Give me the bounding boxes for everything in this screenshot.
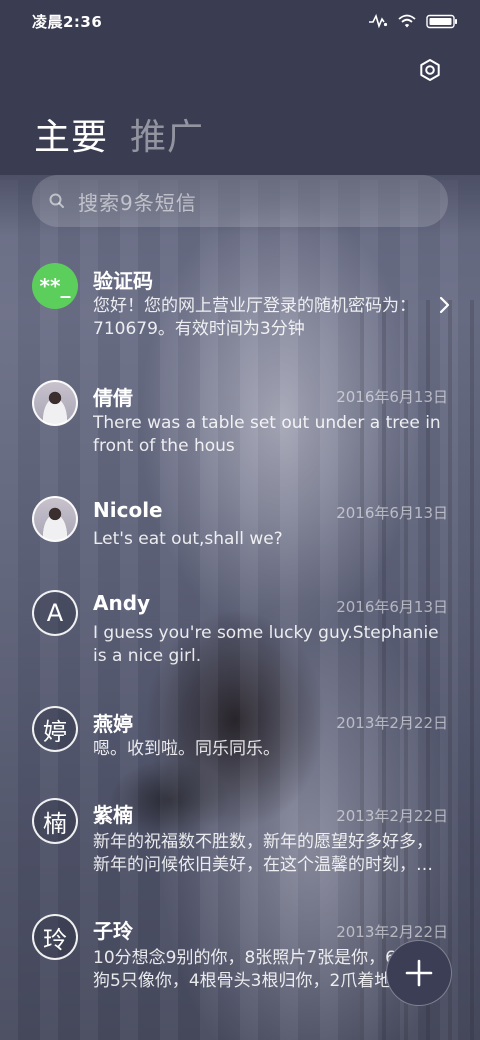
status-icons (368, 12, 458, 30)
sender-name: 燕婷 (93, 712, 133, 736)
message-preview: I guess you're some lucky guy.Stephanie … (93, 623, 439, 666)
contact-photo-avatar (32, 380, 78, 426)
sender-name: 倩倩 (93, 386, 133, 410)
settings-button[interactable] (416, 56, 444, 84)
search-icon (49, 193, 64, 208)
contact-initial-avatar: A (32, 590, 78, 636)
message-preview: There was a table set out under a tree i… (93, 413, 441, 456)
signal-activity-icon (369, 13, 388, 29)
message-preview: Let's eat out,shall we? (93, 529, 283, 549)
sender-name: 验证码 (93, 269, 153, 293)
status-time: 凌晨2:36 (32, 13, 103, 31)
verification-code-avatar: **_ (32, 263, 78, 309)
category-tabs: 主要 推广 (34, 108, 204, 160)
search-bar[interactable]: 搜索9条短信 (32, 175, 448, 227)
wifi-icon (398, 14, 416, 27)
message-date: 2016年6月13日 (336, 504, 448, 522)
tab-promotions[interactable]: 推广 (130, 108, 204, 160)
settings-icon (420, 59, 440, 81)
sender-name: 子玲 (93, 919, 133, 943)
tab-main[interactable]: 主要 (34, 108, 108, 160)
chevron-right-icon (439, 296, 450, 314)
contact-photo-avatar (32, 496, 78, 542)
plus-icon (405, 959, 433, 987)
sender-name: Nicole (93, 498, 163, 522)
contact-initial-avatar: 玲 (32, 914, 78, 960)
message-date: 2013年2月22日 (336, 807, 448, 825)
message-preview: 嗯。收到啦。同乐同乐。 (93, 739, 280, 759)
message-preview: 新年的祝福数不胜数，新年的愿望好多好多，新年的问候依旧美好，在这个温馨的时刻，… (93, 832, 433, 875)
contact-initial-avatar: 楠 (32, 798, 78, 844)
status-bar: 凌晨2:36 (0, 0, 480, 42)
message-date: 2016年6月13日 (336, 598, 448, 616)
sender-name: 紫楠 (93, 803, 133, 827)
search-placeholder: 搜索9条短信 (78, 190, 197, 215)
sender-name: Andy (93, 591, 151, 615)
message-date: 2016年6月13日 (336, 388, 448, 406)
messages-screen: 凌晨2:36 主要 推广 搜索9条短信 **_ 验证码 您好！您的网上营业厅登录… (0, 0, 480, 1040)
message-date: 2013年2月22日 (336, 923, 448, 941)
message-date: 2013年2月22日 (336, 714, 448, 732)
message-preview: 您好！您的网上营业厅登录的随机密码为：710679。有效时间为3分钟 (93, 296, 416, 339)
new-message-button[interactable] (386, 940, 452, 1006)
contact-initial-avatar: 婷 (32, 706, 78, 752)
battery-icon (426, 14, 457, 28)
